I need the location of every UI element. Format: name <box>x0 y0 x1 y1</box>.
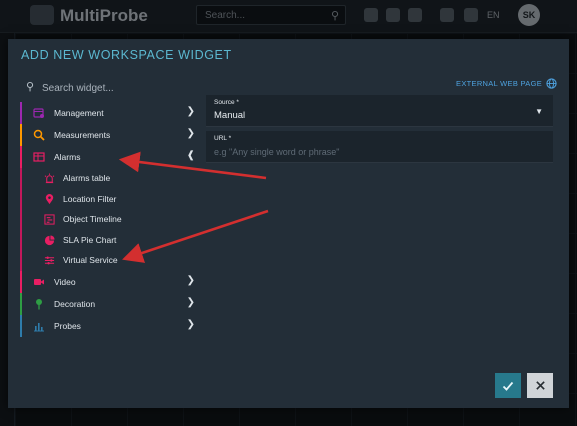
annotation-arrow-virtual-service <box>122 209 269 263</box>
annotation-arrow-alarms <box>118 151 267 180</box>
annotation-arrows <box>118 151 269 263</box>
